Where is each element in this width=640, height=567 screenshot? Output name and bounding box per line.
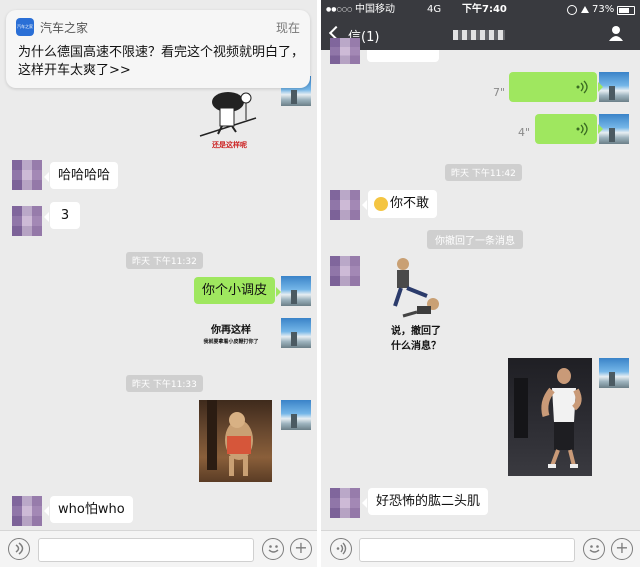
contact-avatar[interactable] [12,496,42,526]
message-bubble-outgoing[interactable]: 你个小调皮 [194,277,282,304]
status-time: 下午7:40 [462,4,507,15]
navigation-header: ●●○○○ 中国移动 4G 下午7:40 73% 信(1) [321,0,640,50]
voice-duration: 7" [493,86,506,99]
voice-toggle-glyph [15,542,23,555]
timestamp: 昨天 下午11:33 [126,375,203,392]
voice-toggle-icon[interactable] [330,538,352,560]
sticker-caption-line2: 什么消息？ [391,341,441,352]
app-icon: 汽车之家 [16,18,34,36]
location-icon [581,6,589,13]
voice-waves-icon [576,80,588,94]
voice-waves-icon [576,122,588,136]
right-chat-screen: ●●○○○ 中国移动 4G 下午7:40 73% 信(1) 7" 4" 昨天 下… [321,0,640,567]
notification-banner[interactable]: 汽车之家 汽车之家 现在 为什么德国高速不限速？看完这个视频就明白了，这样开车太… [6,10,310,88]
timestamp: 昨天 下午11:42 [445,164,522,181]
message-bubble-incoming[interactable]: 好恐怖的肱二头肌 [361,488,489,515]
plus-icon[interactable]: + [290,538,312,560]
message-bubble-incoming[interactable]: 3 [44,202,80,229]
kick-sticker-illustration [393,258,439,318]
message-bubble-incoming[interactable]: who怕who [44,496,133,523]
contact-avatar[interactable] [330,38,360,64]
input-bar: + [0,530,317,567]
dog-photo-message[interactable] [199,400,272,482]
message-bubble-incoming[interactable]: 你不敢 [361,190,438,218]
battery-percent: 73% [592,4,615,15]
notification-app-name: 汽车之家 [40,21,89,35]
battery-icon [617,6,635,15]
emoji-icon[interactable] [262,538,284,560]
contact-avatar[interactable] [330,190,360,220]
sticker-caption-line1: 说，撤回了 [391,326,441,337]
notification-message: 为什么德国高速不限速？看完这个视频就明白了，这样开车太爽了>> [18,45,305,78]
voice-toggle-glyph [336,542,346,555]
sticker-text-message[interactable]: 你再这样 我就要拿着小皮鞭打你了 [198,321,264,345]
kick-sticker-message[interactable]: 说，撤回了 什么消息？ [381,256,451,352]
voice-duration: 4" [518,126,531,139]
plus-icon[interactable]: + [611,538,633,560]
emoji-glyph [268,545,278,553]
contact-avatar[interactable] [330,256,360,286]
voice-toggle-icon[interactable] [8,538,30,560]
self-avatar[interactable] [281,400,311,430]
app-icon-text: 汽车之家 [17,24,33,29]
redacted-contact-name [453,30,505,40]
self-avatar[interactable] [281,318,311,348]
recall-notice: 你撤回了一条消息 [427,230,523,249]
network-type: 4G [427,4,442,15]
left-chat-screen: 还是这样呢 汽车之家 汽车之家 现在 为什么德国高速不限速？看完这个视频就明白了… [0,0,317,567]
contact-avatar[interactable] [330,488,360,518]
self-avatar[interactable] [599,114,629,144]
dog-photo-image [207,400,253,476]
status-bar: ●●○○○ 中国移动 4G 下午7:40 73% [321,3,640,17]
profile-icon[interactable] [608,25,624,41]
sticker-text-line2: 我就要拿着小皮鞭打你了 [203,339,259,345]
lock-rotation-icon [567,5,577,15]
sticker-seated-figure-illustration [199,92,257,137]
gym-photo-message[interactable] [508,358,592,476]
message-input[interactable] [359,538,575,562]
emoji-glyph [589,545,599,553]
carrier-name: 中国移动 [355,4,395,15]
timestamp: 昨天 下午11:32 [126,252,203,269]
emoji-icon[interactable] [583,538,605,560]
gym-photo-image [514,368,582,468]
self-avatar[interactable] [599,358,629,388]
notification-time: 现在 [275,21,300,35]
sticker-text-line1: 你再这样 [211,325,251,336]
message-bubble-incoming[interactable]: 哈哈哈哈 [43,162,119,189]
contact-avatar[interactable] [12,206,42,236]
message-input[interactable] [38,538,254,562]
battery-level [619,8,629,13]
sticker-seated-figure[interactable] [198,86,262,148]
voice-message-bubble[interactable] [535,114,603,144]
signal-strength: ●●○○○ [326,6,353,13]
emoji-face-icon [374,196,388,211]
partial-message-bubble[interactable] [367,50,439,62]
profile-glyph [609,26,623,41]
voice-message-bubble[interactable] [509,72,603,102]
self-avatar[interactable] [281,276,311,306]
message-text: 你不敢 [390,196,430,211]
input-bar: + [321,530,640,567]
sticker-caption-top: 还是这样呢 [212,141,247,149]
contact-avatar[interactable] [12,160,42,190]
self-avatar[interactable] [599,72,629,102]
